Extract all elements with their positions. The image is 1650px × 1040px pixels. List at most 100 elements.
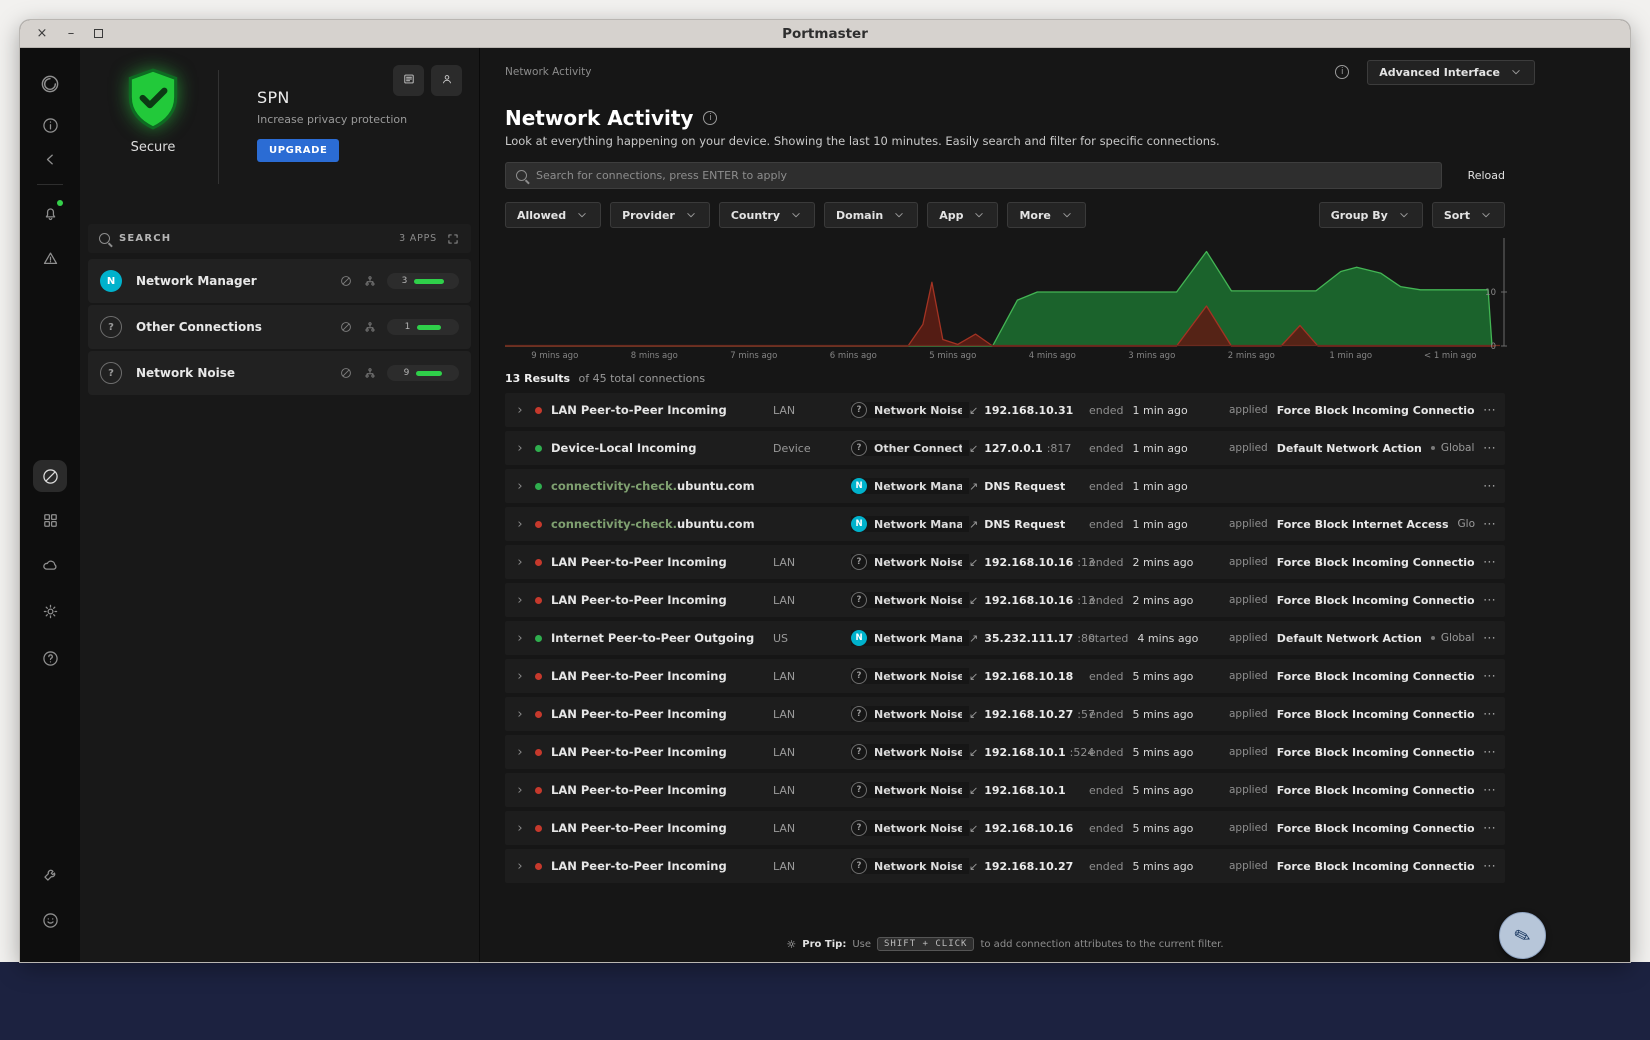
connection-row[interactable]: › LAN Peer-to-Peer Incoming LAN ? Networ… <box>505 735 1505 769</box>
protip-pre: Use <box>852 938 872 950</box>
support-icon[interactable] <box>33 904 67 936</box>
filter-more[interactable]: More <box>1007 202 1086 228</box>
row-menu-icon[interactable]: ⋯ <box>1475 403 1505 418</box>
connection-row[interactable]: › LAN Peer-to-Peer Incoming LAN ? Networ… <box>505 659 1505 693</box>
news-icon <box>402 72 416 89</box>
apps-icon[interactable] <box>33 504 67 536</box>
connection-row[interactable]: › LAN Peer-to-Peer Incoming LAN ? Networ… <box>505 697 1505 731</box>
applied-label: applied <box>1229 860 1268 872</box>
connection-row[interactable]: › LAN Peer-to-Peer Incoming LAN ? Networ… <box>505 583 1505 617</box>
svg-text:7 mins ago: 7 mins ago <box>730 351 777 361</box>
interface-select-label: Advanced Interface <box>1379 65 1500 79</box>
row-menu-icon[interactable]: ⋯ <box>1475 555 1505 570</box>
connection-row[interactable]: › Device-Local Incoming Device ? Other C… <box>505 431 1505 465</box>
connection-row[interactable]: › connectivity-check. ubuntu.com N Networ… <box>505 507 1505 541</box>
row-menu-icon[interactable]: ⋯ <box>1475 441 1505 456</box>
connection-scope: LAN <box>773 555 796 569</box>
page-info-icon[interactable] <box>703 111 718 125</box>
connection-row[interactable]: › Internet Peer-to-Peer Outgoing US N Ne… <box>505 621 1505 655</box>
assistant-bubble[interactable]: ✎ <box>1499 912 1546 959</box>
state-time: 5 mins ago <box>1132 859 1194 873</box>
row-menu-icon[interactable]: ⋯ <box>1475 745 1505 760</box>
connection-row[interactable]: › LAN Peer-to-Peer Incoming LAN ? Networ… <box>505 393 1505 427</box>
connection-row[interactable]: › LAN Peer-to-Peer Incoming LAN ? Networ… <box>505 773 1505 807</box>
expand-chevron-icon[interactable]: › <box>505 783 535 798</box>
connection-name: LAN Peer-to-Peer Incoming <box>551 707 727 721</box>
interface-select[interactable]: Advanced Interface <box>1367 59 1535 85</box>
group-by-select[interactable]: Group By <box>1318 202 1423 228</box>
news-button[interactable] <box>393 65 424 96</box>
updates-icon[interactable] <box>33 549 67 581</box>
expand-chevron-icon[interactable]: › <box>505 479 535 494</box>
direction-arrow-icon: ↙ <box>969 593 979 607</box>
status-dot <box>535 520 542 528</box>
connections-search-input[interactable] <box>536 169 1431 182</box>
expand-chevron-icon[interactable]: › <box>505 631 535 646</box>
action-name: Force Block Incoming Connection <box>1276 783 1475 797</box>
row-menu-icon[interactable]: ⋯ <box>1475 517 1505 532</box>
settings-icon[interactable] <box>33 595 67 627</box>
expand-chevron-icon[interactable]: › <box>505 555 535 570</box>
filter-app[interactable]: App <box>927 202 999 228</box>
app-search-bar[interactable]: SEARCH 3 APPS <box>88 224 471 253</box>
connection-target: 192.168.10.1 <box>984 745 1066 759</box>
svg-text:4 mins ago: 4 mins ago <box>1029 351 1076 361</box>
row-menu-icon[interactable]: ⋯ <box>1475 859 1505 874</box>
row-menu-icon[interactable]: ⋯ <box>1475 631 1505 646</box>
warning-icon[interactable] <box>33 242 67 274</box>
connection-name: LAN Peer-to-Peer Incoming <box>551 783 727 797</box>
action-name: Force Block Incoming Connection <box>1276 707 1475 721</box>
expand-chevron-icon[interactable]: › <box>505 403 535 418</box>
expand-chevron-icon[interactable]: › <box>505 745 535 760</box>
network-activity-icon[interactable] <box>33 460 67 492</box>
app-list-item[interactable]: N Network Manager 3 <box>88 259 471 303</box>
row-menu-icon[interactable]: ⋯ <box>1475 783 1505 798</box>
connection-target: 127.0.0.1 <box>984 441 1043 455</box>
filter-label: Domain <box>836 208 884 222</box>
app-avatar: ? <box>851 592 867 608</box>
filter-provider[interactable]: Provider <box>610 202 710 228</box>
row-menu-icon[interactable]: ⋯ <box>1475 479 1505 494</box>
status-dot <box>535 824 542 832</box>
portmaster-logo[interactable] <box>33 68 67 100</box>
back-icon[interactable] <box>33 143 67 175</box>
expand-chevron-icon[interactable]: › <box>505 707 535 722</box>
desktop-wallpaper <box>0 962 1650 1040</box>
filter-allowed[interactable]: Allowed <box>505 202 602 228</box>
connection-row[interactable]: › LAN Peer-to-Peer Incoming LAN ? Networ… <box>505 811 1505 845</box>
reload-button[interactable]: Reload <box>1468 169 1505 182</box>
app-list-item[interactable]: ? Network Noise 9 <box>88 351 471 395</box>
connection-row[interactable]: › connectivity-check. ubuntu.com N Networ… <box>505 469 1505 503</box>
expand-chevron-icon[interactable]: › <box>505 517 535 532</box>
action-name: Force Block Internet Access <box>1276 517 1449 531</box>
tools-icon[interactable] <box>33 858 67 890</box>
row-menu-icon[interactable]: ⋯ <box>1475 821 1505 836</box>
info-icon[interactable] <box>33 109 67 141</box>
upgrade-button[interactable]: UPGRADE <box>257 139 340 162</box>
expand-icon[interactable] <box>446 232 460 246</box>
row-menu-icon[interactable]: ⋯ <box>1475 593 1505 608</box>
expand-chevron-icon[interactable]: › <box>505 593 535 608</box>
expand-chevron-icon[interactable]: › <box>505 669 535 684</box>
state-time: 1 min ago <box>1132 517 1188 531</box>
security-status[interactable]: Secure <box>88 66 218 188</box>
app-name: Network Noise <box>874 403 962 417</box>
app-list-item[interactable]: ? Other Connections 1 <box>88 305 471 349</box>
app-count-label: 3 APPS <box>399 233 437 244</box>
notifications-icon[interactable] <box>33 197 67 229</box>
interface-info-icon[interactable] <box>1335 65 1350 79</box>
connection-row[interactable]: › LAN Peer-to-Peer Incoming LAN ? Networ… <box>505 849 1505 883</box>
expand-chevron-icon[interactable]: › <box>505 441 535 456</box>
filter-domain[interactable]: Domain <box>824 202 919 228</box>
filters-row: Allowed Provider Country Domain App More Grou… <box>505 202 1505 228</box>
expand-chevron-icon[interactable]: › <box>505 859 535 874</box>
state-label: ended <box>1089 441 1124 455</box>
row-menu-icon[interactable]: ⋯ <box>1475 707 1505 722</box>
help-icon[interactable] <box>33 642 67 674</box>
row-menu-icon[interactable]: ⋯ <box>1475 669 1505 684</box>
account-button[interactable] <box>431 65 462 96</box>
filter-country[interactable]: Country <box>718 202 816 228</box>
connection-row[interactable]: › LAN Peer-to-Peer Incoming LAN ? Networ… <box>505 545 1505 579</box>
expand-chevron-icon[interactable]: › <box>505 821 535 836</box>
sort-select[interactable]: Sort <box>1431 202 1505 228</box>
